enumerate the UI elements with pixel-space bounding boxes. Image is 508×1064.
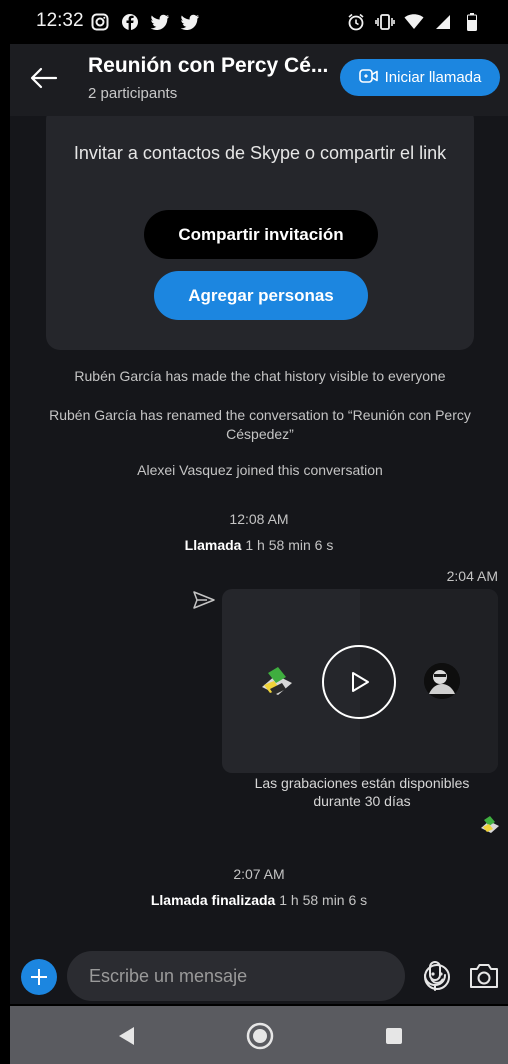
wifi-icon: [404, 12, 424, 32]
status-bar: 12:32: [0, 0, 508, 44]
participant-avatar: [260, 665, 294, 699]
call-ended-label: Llamada finalizada: [150, 892, 276, 908]
call-end-time: 2:07 AM: [233, 866, 285, 882]
participants-count: 2 participants: [88, 85, 178, 102]
instagram-icon: [90, 12, 110, 32]
back-button[interactable]: [28, 62, 60, 94]
nav-back-button[interactable]: [118, 1026, 136, 1046]
call-summary: Llamada 1 h 58 min 6 s: [10, 537, 508, 553]
chat-title[interactable]: Reunión con Percy Cé...: [88, 54, 328, 78]
add-content-button[interactable]: [21, 959, 57, 995]
system-message-history: Rubén García has made the chat history v…: [74, 368, 446, 384]
recording-caption: Las grabaciones están disponibles durant…: [254, 775, 470, 809]
alarm-icon: [346, 12, 366, 32]
system-navigation-bar: [10, 1006, 508, 1064]
nav-recents-button[interactable]: [386, 1028, 402, 1044]
invite-text: Invitar a contactos de Skype o compartir…: [73, 143, 447, 163]
recording-time: 2:04 AM: [446, 568, 498, 584]
vibrate-icon: [375, 12, 395, 32]
message-placeholder: Escribe un mensaje: [89, 966, 248, 986]
message-input[interactable]: Escribe un mensaje: [67, 951, 450, 1001]
call-recording-video[interactable]: [222, 589, 498, 773]
plus-icon: [31, 969, 47, 985]
system-message-rename: Rubén García has renamed the conversatio…: [49, 407, 471, 442]
camera-icon: [470, 964, 498, 988]
start-call-label: Iniciar llamada: [384, 69, 482, 86]
play-button[interactable]: [322, 645, 396, 719]
conversation[interactable]: Invitar a contactos de Skype o compartir…: [10, 116, 508, 950]
call-label: Llamada: [184, 537, 242, 553]
facebook-icon: [120, 12, 140, 32]
share-invitation-button[interactable]: Compartir invitación: [144, 210, 378, 259]
add-people-button[interactable]: Agregar personas: [154, 271, 368, 320]
call-duration: 1 h 58 min 6 s: [245, 537, 334, 553]
signal-icon: [433, 12, 453, 32]
system-icons: [346, 12, 482, 32]
camera-button[interactable]: [468, 962, 500, 990]
microphone-icon: [424, 961, 446, 991]
participant-avatar: [424, 663, 460, 699]
play-icon: [352, 672, 369, 692]
back-arrow-icon: [30, 67, 58, 89]
home-circle-icon: [246, 1022, 274, 1050]
call-time: 12:08 AM: [229, 511, 289, 527]
invite-card: Invitar a contactos de Skype o compartir…: [46, 116, 474, 350]
status-time: 12:32: [36, 10, 84, 31]
video-call-icon: [358, 67, 379, 89]
sent-status-icon: [192, 588, 216, 612]
battery-icon: [462, 12, 482, 32]
start-call-button[interactable]: Iniciar llamada: [340, 59, 500, 96]
call-ended-summary: Llamada finalizada 1 h 58 min 6 s: [10, 892, 508, 908]
chat-header: Reunión con Percy Cé... 2 participants I…: [10, 44, 508, 116]
twitter-icon: [150, 12, 170, 32]
notification-icons: [90, 12, 200, 32]
nav-home-button[interactable]: [246, 1022, 274, 1050]
twitter-icon: [180, 12, 200, 32]
read-receipt-avatar: [480, 815, 500, 835]
microphone-button[interactable]: [422, 960, 448, 992]
call-ended-duration: 1 h 58 min 6 s: [279, 892, 368, 908]
message-composer: Escribe un mensaje: [10, 950, 508, 1004]
triangle-back-icon: [119, 1027, 134, 1045]
system-message-joined: Alexei Vasquez joined this conversation: [137, 462, 383, 478]
